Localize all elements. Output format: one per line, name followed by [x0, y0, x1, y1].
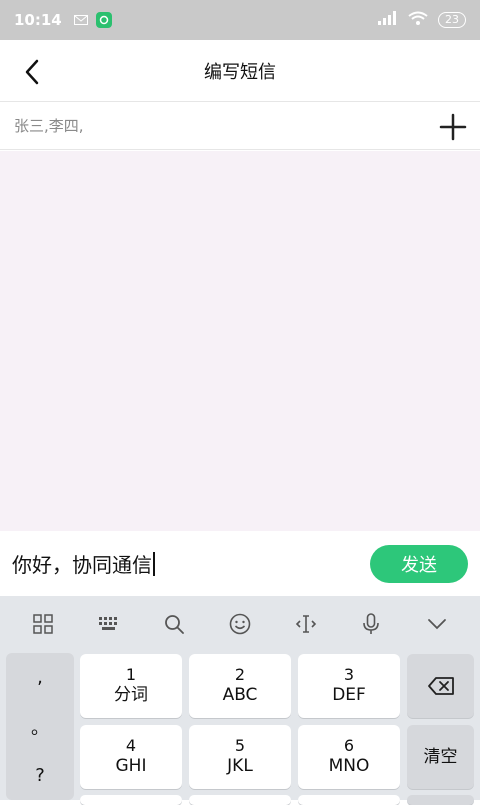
add-recipient-button[interactable]: [438, 112, 468, 142]
message-notification-icon: [73, 11, 88, 29]
clear-key[interactable]: 清空: [407, 725, 474, 789]
keyboard: , 。 ? 1 分词 2 ABC 3 DEF 4 GHI 5 JKL 6 MNO…: [0, 596, 480, 805]
page-title: 编写短信: [204, 61, 276, 83]
grid-icon: [33, 613, 53, 634]
key-number: 4: [125, 736, 137, 755]
keyboard-toolbar: [0, 596, 480, 651]
backspace-key[interactable]: [407, 654, 474, 718]
recipients-field[interactable]: 张三,李四,: [0, 102, 480, 150]
app-notification-icon: [95, 12, 112, 28]
chevron-down-icon: [428, 618, 446, 629]
key-row3-partial[interactable]: [407, 795, 474, 805]
key-row3-partial[interactable]: [189, 795, 291, 805]
send-button[interactable]: 发送: [370, 545, 468, 583]
status-bar: 10:14 23: [0, 0, 480, 40]
punctuation-key[interactable]: ?: [6, 751, 74, 800]
key-4[interactable]: 4 GHI: [80, 725, 182, 789]
apps-grid-button[interactable]: [21, 602, 65, 646]
key-2[interactable]: 2 ABC: [189, 654, 291, 718]
key-letters: 分词: [114, 685, 148, 705]
back-icon: [25, 59, 39, 85]
message-list: [0, 151, 480, 531]
voice-input-button[interactable]: [349, 602, 393, 646]
signal-icon: [378, 11, 398, 29]
clear-key-label: 清空: [423, 747, 458, 767]
key-letters: GHI: [115, 756, 147, 776]
key-number: 2: [234, 665, 246, 684]
punctuation-column: , 。 ?: [6, 653, 74, 800]
keyboard-icon: [98, 616, 117, 630]
recipients-text: 张三,李四,: [14, 117, 84, 135]
microphone-icon: [363, 612, 380, 634]
key-row3-partial[interactable]: [298, 795, 400, 805]
key-number: 5: [234, 736, 246, 755]
backspace-icon: [427, 677, 454, 695]
message-composer[interactable]: 你好，协同通信 发送: [0, 531, 480, 596]
key-number: 3: [343, 665, 355, 684]
emoji-button[interactable]: [218, 602, 262, 646]
plus-icon: [439, 113, 467, 141]
key-3[interactable]: 3 DEF: [298, 654, 400, 718]
message-input[interactable]: 你好，协同通信: [12, 549, 152, 578]
key-5[interactable]: 5 JKL: [189, 725, 291, 789]
status-time: 10:14: [14, 11, 62, 29]
key-number: 6: [343, 736, 355, 755]
search-icon: [165, 614, 185, 634]
battery-indicator: 23: [438, 12, 466, 28]
key-number: 1: [125, 665, 137, 684]
cursor-icon: [295, 614, 316, 633]
keyboard-layout-button[interactable]: [87, 602, 131, 646]
key-letters: MNO: [328, 756, 370, 776]
cursor-control-button[interactable]: [284, 602, 328, 646]
text-cursor: [153, 551, 155, 576]
emoji-icon: [229, 613, 251, 634]
key-6[interactable]: 6 MNO: [298, 725, 400, 789]
key-1[interactable]: 1 分词: [80, 654, 182, 718]
key-letters: ABC: [222, 685, 258, 705]
status-notification-icons: [73, 11, 112, 29]
search-button[interactable]: [152, 602, 196, 646]
header: 编写短信: [0, 40, 480, 102]
key-letters: JKL: [227, 756, 253, 776]
wifi-icon: [408, 11, 428, 29]
key-letters: DEF: [332, 685, 366, 705]
punctuation-key[interactable]: 。: [6, 702, 74, 751]
punctuation-key[interactable]: ,: [6, 653, 74, 702]
hide-keyboard-button[interactable]: [415, 602, 459, 646]
back-button[interactable]: [12, 52, 52, 92]
key-row3-partial[interactable]: [80, 795, 182, 805]
